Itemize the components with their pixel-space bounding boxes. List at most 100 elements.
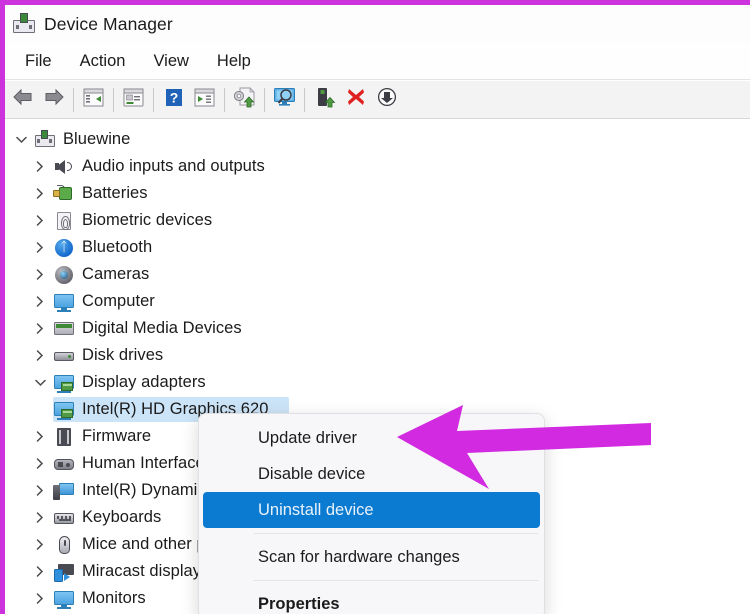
back-button[interactable] [7, 85, 38, 115]
tree-row-disk-drives[interactable]: Disk drives [5, 342, 750, 369]
tree-row-display-adapters[interactable]: Display adapters [5, 369, 750, 396]
tree-row-audio[interactable]: Audio inputs and outputs [5, 153, 750, 180]
disk-drive-icon [53, 346, 75, 366]
menu-file[interactable]: File [11, 48, 66, 75]
fingerprint-icon [53, 211, 75, 231]
menu-help[interactable]: Help [203, 48, 265, 75]
down-arrow-circle-icon [377, 87, 397, 112]
chevron-right-icon[interactable] [27, 593, 53, 604]
keyboard-icon [53, 508, 75, 528]
tree-row-digital-media[interactable]: Digital Media Devices [5, 315, 750, 342]
tree-label: Keyboards [82, 508, 162, 526]
tree-label: Digital Media Devices [82, 319, 242, 337]
camera-icon [53, 265, 75, 285]
display-adapter-icon [53, 373, 75, 393]
tree-label: Disk drives [82, 346, 164, 364]
chevron-right-icon[interactable] [27, 512, 53, 523]
forward-arrow-icon [43, 88, 65, 111]
update-driver-button[interactable] [229, 85, 260, 115]
context-menu-item-uninstall-device[interactable]: Uninstall device [203, 492, 540, 528]
properties-button[interactable] [118, 85, 149, 115]
red-x-icon [346, 87, 366, 112]
bluetooth-icon: ᛏ [53, 238, 75, 258]
uninstall-device-button[interactable] [340, 85, 371, 115]
context-menu-item-scan-for-hardware-changes[interactable]: Scan for hardware changes [203, 539, 540, 575]
tree-label: Firmware [82, 427, 152, 445]
view-panel-icon [194, 88, 215, 112]
scan-monitor-icon [273, 87, 296, 112]
scan-hardware-changes-button[interactable] [269, 85, 300, 115]
forward-button[interactable] [38, 85, 69, 115]
chevron-down-icon[interactable] [27, 379, 53, 387]
chevron-right-icon[interactable] [27, 350, 53, 361]
chevron-down-icon[interactable] [8, 136, 34, 144]
chevron-right-icon[interactable] [27, 431, 53, 442]
svg-text:?: ? [169, 89, 178, 105]
toolbar-separator [264, 87, 265, 112]
speaker-icon [53, 157, 75, 177]
computer-device-icon [34, 129, 56, 150]
tree-row-biometric[interactable]: Biometric devices [5, 207, 750, 234]
tree-row-batteries[interactable]: Batteries [5, 180, 750, 207]
add-drivers-button[interactable] [309, 85, 340, 115]
tree-label: Computer [82, 292, 155, 310]
chevron-right-icon[interactable] [27, 188, 53, 199]
tree-row-cameras[interactable]: Cameras [5, 261, 750, 288]
add-driver-icon [314, 87, 336, 113]
tree-row-root[interactable]: Bluewine [5, 126, 750, 153]
tree-label: Cameras [82, 265, 150, 283]
hid-icon [53, 454, 75, 474]
properties-window-icon [123, 88, 144, 112]
view-button[interactable] [189, 85, 220, 115]
firmware-icon [53, 427, 75, 447]
toolbar: ? [5, 81, 750, 119]
chevron-right-icon[interactable] [27, 215, 53, 226]
device-manager-window: Device Manager File Action View Help ? B… [5, 5, 750, 614]
tree-label: Audio inputs and outputs [82, 157, 265, 175]
toolbar-separator [224, 87, 225, 112]
menu-action[interactable]: Action [66, 48, 140, 75]
toolbar-separator [73, 87, 74, 112]
chevron-right-icon[interactable] [27, 242, 53, 253]
context-menu[interactable]: Update driver Disable device Uninstall d… [198, 413, 545, 614]
screenshot-frame: Device Manager File Action View Help ? B… [0, 0, 750, 614]
toolbar-separator [113, 87, 114, 112]
context-menu-item-properties[interactable]: Properties [203, 586, 540, 614]
tree-label: Biometric devices [82, 211, 213, 229]
chevron-right-icon[interactable] [27, 539, 53, 550]
monitor-icon [53, 589, 75, 609]
mouse-icon [53, 535, 75, 555]
window-title: Device Manager [44, 13, 173, 34]
device-manager-icon [13, 13, 35, 35]
menu-bar: File Action View Help [5, 43, 750, 80]
display-adapter-icon [53, 400, 75, 420]
tree-label: Monitors [82, 589, 146, 607]
chevron-right-icon[interactable] [27, 566, 53, 577]
battery-icon [53, 184, 75, 204]
tree-row-computer[interactable]: Computer [5, 288, 750, 315]
context-menu-item-disable-device[interactable]: Disable device [203, 456, 540, 492]
chevron-right-icon[interactable] [27, 296, 53, 307]
chevron-right-icon[interactable] [27, 485, 53, 496]
context-menu-separator [254, 533, 538, 534]
toolbar-separator [153, 87, 154, 112]
tree-row-bluetooth[interactable]: ᛏ Bluetooth [5, 234, 750, 261]
chevron-right-icon[interactable] [27, 269, 53, 280]
tree-label: Display adapters [82, 373, 206, 391]
tree-label-root: Bluewine [63, 130, 131, 148]
tree-label: Batteries [82, 184, 148, 202]
show-hide-console-tree-button[interactable] [78, 85, 109, 115]
title-bar: Device Manager [5, 5, 750, 43]
disable-device-button[interactable] [371, 85, 402, 115]
question-mark-icon: ? [165, 88, 183, 112]
chevron-right-icon[interactable] [27, 161, 53, 172]
context-menu-item-update-driver[interactable]: Update driver [203, 420, 540, 456]
chevron-right-icon[interactable] [27, 323, 53, 334]
tree-label: Bluetooth [82, 238, 153, 256]
help-button[interactable]: ? [158, 85, 189, 115]
menu-view[interactable]: View [139, 48, 202, 75]
update-driver-icon [233, 86, 256, 113]
context-menu-separator [254, 580, 538, 581]
miracast-icon [53, 562, 75, 582]
chevron-right-icon[interactable] [27, 458, 53, 469]
